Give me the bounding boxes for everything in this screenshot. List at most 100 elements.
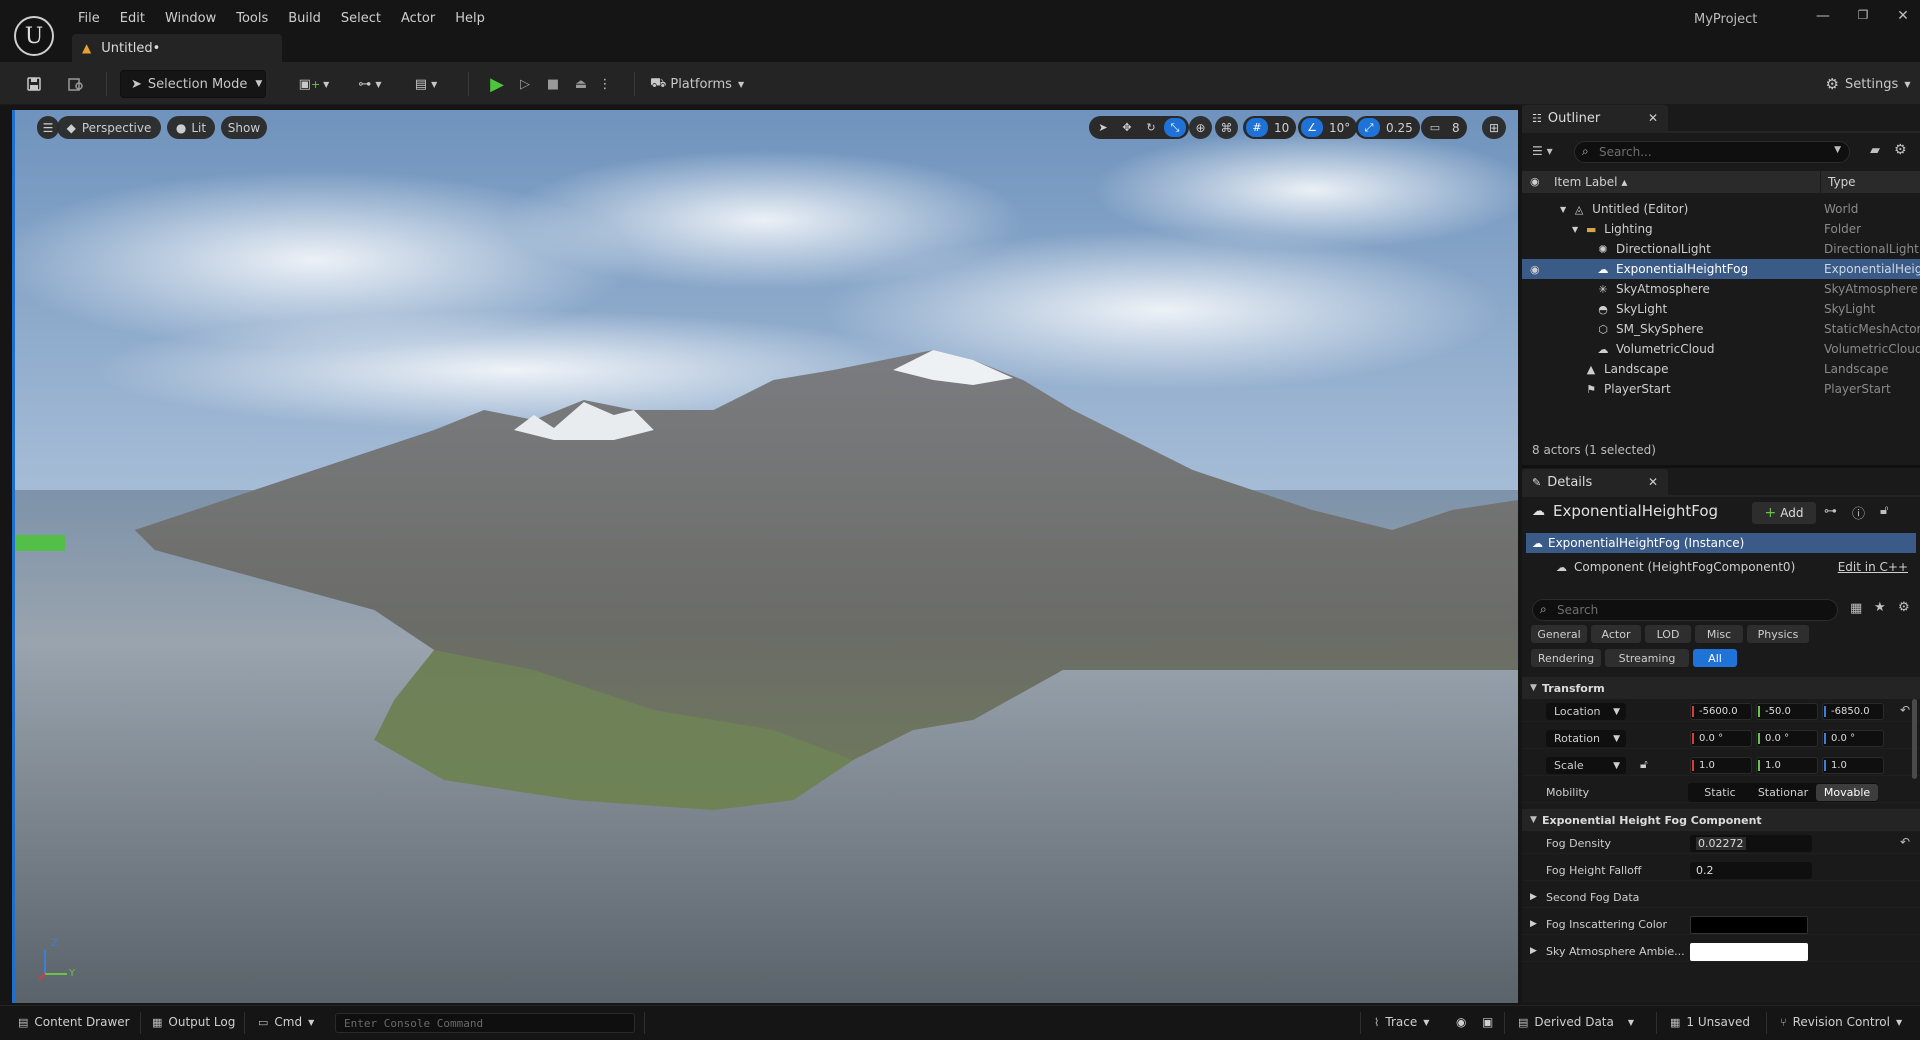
location-x-input[interactable]: -5600.0 bbox=[1690, 703, 1752, 720]
expand-icon[interactable]: ▶ bbox=[1530, 919, 1537, 929]
outliner-row[interactable]: ▼ ▬ Lighting Folder bbox=[1522, 219, 1920, 239]
location-y-input[interactable]: -50.0 bbox=[1756, 703, 1818, 720]
table-view-icon[interactable]: ▦ bbox=[1850, 601, 1862, 616]
close-window-icon[interactable]: ✕ bbox=[1888, 8, 1918, 24]
filter-misc[interactable]: Misc bbox=[1695, 625, 1743, 643]
scale-y-input[interactable]: 1.0 bbox=[1756, 757, 1818, 774]
content-drawer-button[interactable]: ▤ Content Drawer bbox=[18, 1015, 130, 1029]
show-button[interactable]: Show bbox=[221, 116, 267, 139]
scale-z-input[interactable]: 1.0 bbox=[1822, 757, 1884, 774]
filter-streaming[interactable]: Streaming bbox=[1605, 649, 1689, 667]
lock-icon[interactable]: 🔓︎ bbox=[1880, 503, 1888, 518]
outliner-row[interactable]: ▲ Landscape Landscape bbox=[1522, 359, 1920, 379]
gear-icon[interactable]: ⚙ bbox=[1898, 600, 1910, 615]
menu-select[interactable]: Select bbox=[331, 8, 391, 29]
location-z-input[interactable]: -6850.0 bbox=[1822, 703, 1884, 720]
more-options-icon[interactable]: ⋮ bbox=[598, 70, 612, 98]
unsaved-button[interactable]: ▦ 1 Unsaved bbox=[1670, 1015, 1750, 1029]
visibility-icon[interactable]: ◉ bbox=[1530, 263, 1540, 276]
close-tab-icon[interactable]: ✕ bbox=[1648, 111, 1658, 125]
menu-tools[interactable]: Tools bbox=[226, 8, 278, 29]
outliner-search-input[interactable]: ⌕ Search... ▼ bbox=[1574, 141, 1850, 163]
tab-outliner[interactable]: ☷ Outliner ✕ bbox=[1522, 105, 1668, 131]
component-row[interactable]: ☁ Component (HeightFogComponent0) Edit i… bbox=[1526, 557, 1916, 577]
save-icon[interactable] bbox=[20, 70, 48, 98]
outliner-row[interactable]: ✳ SkyAtmosphere SkyAtmosphere bbox=[1522, 279, 1920, 299]
output-log-button[interactable]: ▦ Output Log bbox=[152, 1015, 235, 1029]
add-component-button[interactable]: + Add bbox=[1752, 502, 1816, 524]
blueprints-button[interactable]: ⊶ ▼ bbox=[350, 70, 390, 98]
screenshot-icon[interactable]: ▣ bbox=[1482, 1015, 1493, 1029]
add-actor-button[interactable]: ▣+ ▼ bbox=[294, 70, 334, 98]
lock-ratio-icon[interactable]: 🔓︎ bbox=[1640, 757, 1648, 772]
filter-rendering[interactable]: Rendering bbox=[1531, 649, 1601, 667]
select-tool-icon[interactable]: ➤ bbox=[1092, 118, 1114, 137]
rotation-dropdown[interactable]: Rotation ▼ bbox=[1546, 730, 1626, 747]
content-browser-icon[interactable] bbox=[62, 70, 90, 98]
mobility-movable[interactable]: Movable bbox=[1816, 784, 1878, 801]
camera-speed[interactable]: ▭ 8 bbox=[1421, 116, 1467, 139]
filter-general[interactable]: General bbox=[1531, 625, 1587, 643]
menu-help[interactable]: Help bbox=[445, 8, 495, 29]
scale-snap[interactable]: ⤢ 0.25 bbox=[1355, 116, 1420, 139]
viewport-layout-icon[interactable]: ⊞ bbox=[1482, 116, 1506, 139]
tab-details[interactable]: ✎ Details ✕ bbox=[1522, 469, 1668, 495]
scale-dropdown[interactable]: Scale ▼ bbox=[1546, 757, 1626, 774]
menu-edit[interactable]: Edit bbox=[110, 8, 155, 29]
help-icon[interactable]: ⓘ bbox=[1852, 503, 1865, 522]
column-type[interactable]: Type bbox=[1828, 175, 1856, 189]
settings-button[interactable]: ⚙ Settings ▼ bbox=[1822, 70, 1914, 98]
fog-section-header[interactable]: ▼ Exponential Height Fog Component bbox=[1522, 809, 1920, 831]
outliner-row[interactable]: ⚑ PlayerStart PlayerStart bbox=[1522, 379, 1920, 399]
console-input[interactable]: Enter Console Command bbox=[335, 1013, 635, 1033]
star-icon[interactable]: ★ bbox=[1874, 600, 1886, 615]
mobility-static[interactable]: Static bbox=[1690, 784, 1750, 801]
blueprint-icon[interactable]: ⊶ bbox=[1824, 504, 1837, 519]
move-tool-icon[interactable]: ✥ bbox=[1116, 118, 1138, 137]
cmd-dropdown[interactable]: ▭ Cmd ▼ bbox=[258, 1015, 314, 1029]
rotation-x-input[interactable]: 0.0 ° bbox=[1690, 730, 1752, 747]
filter-lod[interactable]: LOD bbox=[1645, 625, 1691, 643]
world-local-icon[interactable]: ⊕ bbox=[1189, 116, 1212, 139]
outliner-row[interactable]: ⬡ SM_SkySphere StaticMeshActor bbox=[1522, 319, 1920, 339]
document-tab[interactable]: ▲ Untitled• bbox=[72, 34, 282, 62]
expand-icon[interactable]: ▶ bbox=[1530, 946, 1537, 956]
trace-dropdown[interactable]: ⌇ Trace ▼ bbox=[1374, 1015, 1429, 1029]
unreal-logo-icon[interactable]: U bbox=[14, 16, 54, 56]
menu-file[interactable]: File bbox=[68, 8, 110, 29]
rotation-z-input[interactable]: 0.0 ° bbox=[1822, 730, 1884, 747]
minimize-icon[interactable]: — bbox=[1808, 8, 1838, 24]
column-item-label[interactable]: Item Label ▴ bbox=[1554, 175, 1627, 189]
viewport-menu-icon[interactable]: ☰ bbox=[37, 116, 59, 139]
location-dropdown[interactable]: Location ▼ bbox=[1546, 703, 1626, 720]
rotation-snap[interactable]: ∠ 10° bbox=[1298, 116, 1358, 139]
rotate-tool-icon[interactable]: ↻ bbox=[1140, 118, 1162, 137]
maximize-icon[interactable]: ❐ bbox=[1848, 8, 1878, 22]
menu-actor[interactable]: Actor bbox=[391, 8, 445, 29]
outliner-row-selected[interactable]: ◉ ☁ExponentialHeightFog ExponentialHeigh… bbox=[1522, 259, 1920, 279]
filter-icon[interactable]: ☰ ▾ bbox=[1532, 144, 1553, 158]
edit-in-cpp-link[interactable]: Edit in C++ bbox=[1838, 560, 1908, 574]
second-fog-row[interactable]: ▶ Second Fog Data bbox=[1522, 886, 1920, 908]
visibility-icon[interactable]: ◉ bbox=[1530, 175, 1540, 188]
menu-window[interactable]: Window bbox=[155, 8, 226, 29]
surface-snap-icon[interactable]: ⌘ bbox=[1215, 116, 1238, 139]
filter-actor[interactable]: Actor bbox=[1591, 625, 1641, 643]
filter-all[interactable]: All bbox=[1693, 649, 1737, 667]
platforms-button[interactable]: ⛟ Platforms ▼ bbox=[650, 70, 745, 98]
selection-mode-dropdown[interactable]: ➤ Selection Mode ▼ bbox=[120, 70, 266, 98]
outliner-row[interactable]: ✺ DirectionalLight DirectionalLight bbox=[1522, 239, 1920, 259]
record-icon[interactable]: ◉ bbox=[1456, 1015, 1466, 1029]
eject-icon[interactable]: ⏏ bbox=[570, 70, 592, 98]
reset-icon[interactable]: ↶ bbox=[1900, 703, 1910, 717]
details-search-input[interactable]: ⌕ Search bbox=[1532, 599, 1838, 621]
revision-control-button[interactable]: ⑂ Revision Control ▼ bbox=[1780, 1015, 1902, 1029]
step-icon[interactable]: ▷ bbox=[514, 70, 536, 98]
outliner-row[interactable]: ☁ VolumetricCloud VolumetricCloud bbox=[1522, 339, 1920, 359]
fog-falloff-input[interactable]: 0.2 bbox=[1690, 862, 1812, 879]
scale-x-input[interactable]: 1.0 bbox=[1690, 757, 1752, 774]
close-tab-icon[interactable]: ✕ bbox=[1648, 475, 1658, 489]
stop-icon[interactable]: ■ bbox=[542, 70, 564, 98]
inscatter-color-swatch[interactable] bbox=[1690, 916, 1808, 934]
outliner-row[interactable]: ▼ ◬ Untitled (Editor) World bbox=[1522, 199, 1920, 219]
